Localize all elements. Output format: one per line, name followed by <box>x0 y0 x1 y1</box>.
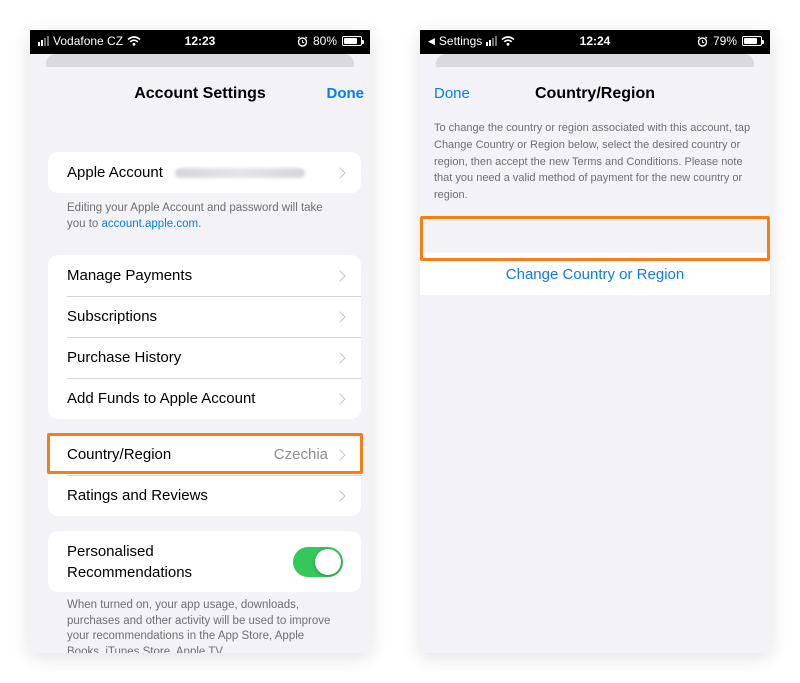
country-value: Czechia <box>273 446 328 463</box>
account-apple-link[interactable]: account.apple.com <box>102 218 199 230</box>
alarm-icon <box>297 35 308 47</box>
blurred-email <box>174 167 305 178</box>
subscriptions-row[interactable]: Subscriptions <box>48 296 361 337</box>
page-title: Country/Region <box>535 85 655 102</box>
nav-bar: Done Country/Region <box>420 67 770 121</box>
personalised-toggle[interactable] <box>293 546 343 577</box>
account-settings-screen: Vodafone CZ 12:23 80% Account Settings D… <box>30 30 370 653</box>
account-footnote: Editing your Apple Account and password … <box>67 202 323 230</box>
modal-sheet: Account Settings Done Apple Account Edit… <box>30 67 370 653</box>
chevron-right-icon <box>334 448 346 461</box>
chevron-right-icon <box>334 392 346 405</box>
personalised-group: Personalised Recommendations <box>48 531 361 592</box>
toggle-knob <box>315 548 341 575</box>
chevron-right-icon <box>334 166 346 179</box>
battery-percent: 80% <box>312 34 337 48</box>
modal-sheet: Done Country/Region To change the countr… <box>420 67 770 653</box>
country-region-row[interactable]: Country/Region Czechia <box>48 434 361 475</box>
page-title: Account Settings <box>134 85 266 102</box>
done-button[interactable]: Done <box>327 85 365 102</box>
nav-bar: Account Settings Done <box>30 67 370 121</box>
apple-account-label: Apple Account <box>67 164 163 181</box>
ratings-reviews-row[interactable]: Ratings and Reviews <box>48 475 361 516</box>
country-region-label: Country/Region <box>67 446 172 463</box>
chevron-right-icon <box>334 310 346 323</box>
region-group: Country/Region Czechia Ratings and Revie… <box>48 434 361 516</box>
region-description: To change the country or region associat… <box>434 122 751 202</box>
purchase-history-row[interactable]: Purchase History <box>48 337 361 378</box>
status-bar: Vodafone CZ 12:23 80% <box>30 30 370 54</box>
chevron-right-icon <box>334 269 346 282</box>
personalised-label: Personalised Recommendations <box>67 542 193 581</box>
country-region-screen: ◀ Settings 12:24 79% Done Country/Region <box>420 30 770 653</box>
alarm-icon <box>697 35 708 47</box>
chevron-right-icon <box>334 351 346 364</box>
payments-group: Manage Payments Subscriptions Purchase H… <box>48 255 361 419</box>
change-country-button[interactable]: Change Country or Region <box>420 253 770 295</box>
chevron-right-icon <box>334 489 346 502</box>
status-bar: ◀ Settings 12:24 79% <box>420 30 770 54</box>
add-funds-row[interactable]: Add Funds to Apple Account <box>48 378 361 419</box>
manage-payments-row[interactable]: Manage Payments <box>48 255 361 296</box>
battery-icon <box>342 36 364 46</box>
battery-percent: 79% <box>712 34 737 48</box>
apple-account-group: Apple Account <box>48 152 361 193</box>
personalised-footnote: When turned on, your app usage, download… <box>67 599 331 653</box>
personalised-row: Personalised Recommendations <box>48 531 361 592</box>
battery-icon <box>742 36 764 46</box>
apple-account-row[interactable]: Apple Account <box>48 152 361 193</box>
